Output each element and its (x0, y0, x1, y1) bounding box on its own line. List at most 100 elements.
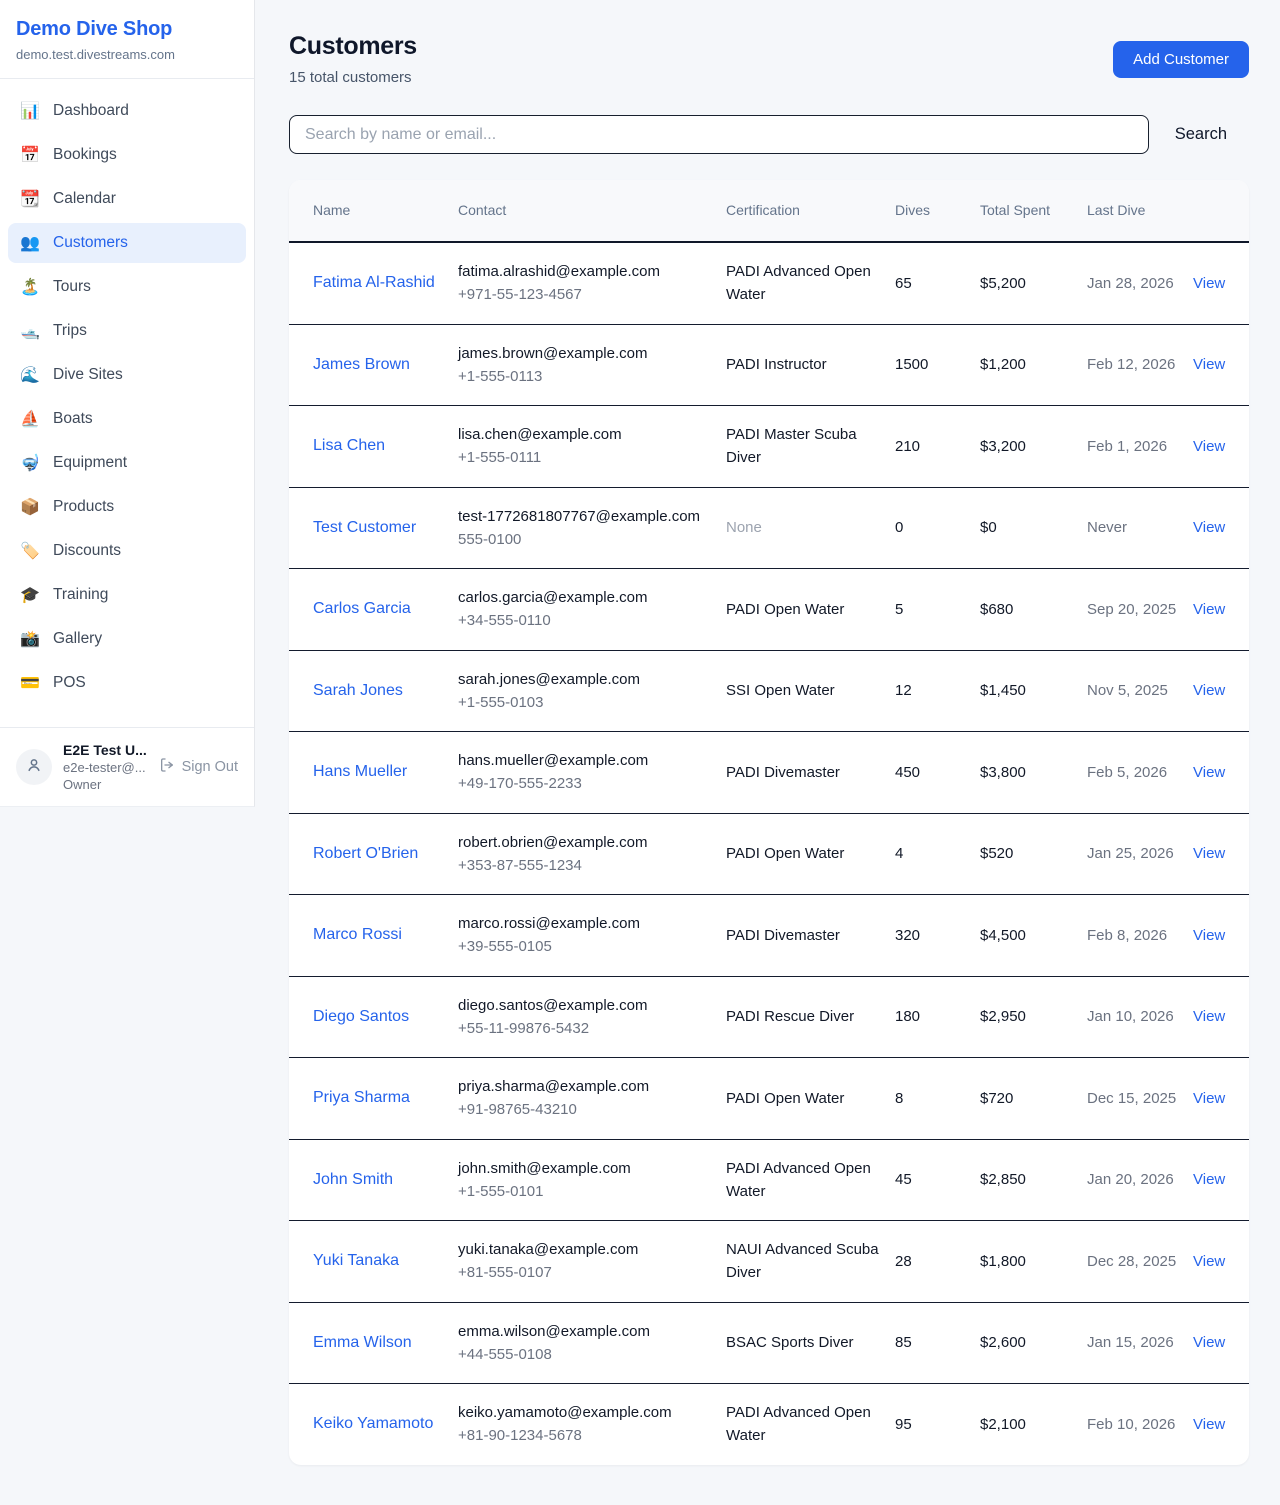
customer-email: james.brown@example.com (458, 342, 710, 365)
customer-name-link[interactable]: James Brown (313, 353, 410, 377)
customer-dives: 95 (895, 1416, 912, 1433)
customer-name-link[interactable]: Lisa Chen (313, 434, 385, 458)
sidebar-item-dashboard[interactable]: 📊 Dashboard (8, 91, 246, 131)
customer-total-spent-cell: $520 (980, 813, 1087, 895)
customer-phone: +91-98765-43210 (458, 1098, 710, 1121)
customer-total-spent-cell: $5,200 (980, 242, 1087, 324)
boats-icon: ⛵ (20, 409, 40, 429)
table-row: Sarah Jones sarah.jones@example.com +1-5… (289, 650, 1249, 732)
view-link[interactable]: View (1193, 764, 1225, 781)
sidebar-item-pos[interactable]: 💳 POS (8, 663, 246, 703)
customer-contact-cell: fatima.alrashid@example.com +971-55-123-… (458, 242, 726, 324)
sidebar-item-discounts[interactable]: 🏷️ Discounts (8, 531, 246, 571)
customer-name-link[interactable]: Hans Mueller (313, 760, 407, 784)
customer-name-link[interactable]: Emma Wilson (313, 1331, 412, 1355)
view-link[interactable]: View (1193, 519, 1225, 536)
customer-last-dive: Jan 28, 2026 (1087, 275, 1174, 292)
column-header-certification: Certification (726, 180, 895, 242)
view-link[interactable]: View (1193, 927, 1225, 944)
sidebar-item-training[interactable]: 🎓 Training (8, 575, 246, 615)
customer-email: yuki.tanaka@example.com (458, 1238, 710, 1261)
view-link[interactable]: View (1193, 682, 1225, 699)
customer-name-cell: Hans Mueller (289, 732, 458, 814)
sidebar-item-boats[interactable]: ⛵ Boats (8, 399, 246, 439)
column-header-action (1193, 180, 1249, 242)
view-link[interactable]: View (1193, 1253, 1225, 1270)
customer-total-spent: $680 (980, 601, 1013, 618)
sign-out-button[interactable]: Sign Out (159, 757, 238, 777)
customer-certification-cell: PADI Rescue Diver (726, 976, 895, 1058)
view-link[interactable]: View (1193, 1171, 1225, 1188)
view-link[interactable]: View (1193, 1090, 1225, 1107)
customer-total-spent: $5,200 (980, 275, 1026, 292)
customer-phone: +81-90-1234-5678 (458, 1424, 710, 1447)
view-link[interactable]: View (1193, 1334, 1225, 1351)
sidebar-item-tours[interactable]: 🏝️ Tours (8, 267, 246, 307)
customer-email: john.smith@example.com (458, 1157, 710, 1180)
view-link[interactable]: View (1193, 1008, 1225, 1025)
view-link[interactable]: View (1193, 275, 1225, 292)
customer-name-link[interactable]: Robert O'Brien (313, 842, 418, 866)
customer-name-link[interactable]: Priya Sharma (313, 1086, 410, 1110)
customer-last-dive: Feb 10, 2026 (1087, 1416, 1175, 1433)
search-input[interactable] (289, 115, 1149, 154)
sidebar-item-gallery[interactable]: 📸 Gallery (8, 619, 246, 659)
customer-name-link[interactable]: Test Customer (313, 516, 416, 540)
customer-last-dive-cell: Nov 5, 2025 (1087, 650, 1193, 732)
gallery-icon: 📸 (20, 629, 40, 649)
customer-dives: 450 (895, 764, 920, 781)
customer-certification-cell: PADI Open Water (726, 813, 895, 895)
sidebar-item-customers[interactable]: 👥 Customers (8, 223, 246, 263)
customer-certification: PADI Open Water (726, 601, 844, 618)
customer-contact-cell: diego.santos@example.com +55-11-99876-54… (458, 976, 726, 1058)
customer-name-link[interactable]: Carlos Garcia (313, 597, 411, 621)
customer-action-cell: View (1193, 976, 1249, 1058)
customer-name-link[interactable]: Keiko Yamamoto (313, 1412, 433, 1436)
customer-dives: 210 (895, 438, 920, 455)
table-row: Robert O'Brien robert.obrien@example.com… (289, 813, 1249, 895)
customer-name-cell: Carlos Garcia (289, 569, 458, 651)
customers-icon: 👥 (20, 233, 40, 253)
view-link[interactable]: View (1193, 438, 1225, 455)
customer-dives-cell: 320 (895, 895, 980, 977)
sidebar-item-bookings[interactable]: 📅 Bookings (8, 135, 246, 175)
sidebar-item-trips[interactable]: 🛥️ Trips (8, 311, 246, 351)
sidebar-item-dive-sites[interactable]: 🌊 Dive Sites (8, 355, 246, 395)
shop-name: Demo Dive Shop (16, 18, 238, 41)
customer-name-cell: John Smith (289, 1139, 458, 1221)
column-header-dives: Dives (895, 180, 980, 242)
customer-total-spent-cell: $2,600 (980, 1302, 1087, 1384)
add-customer-button[interactable]: Add Customer (1113, 41, 1249, 78)
table-row: Yuki Tanaka yuki.tanaka@example.com +81-… (289, 1221, 1249, 1303)
customer-name-link[interactable]: Diego Santos (313, 1005, 409, 1029)
customer-name-link[interactable]: Fatima Al-Rashid (313, 271, 435, 295)
view-link[interactable]: View (1193, 1416, 1225, 1433)
view-link[interactable]: View (1193, 356, 1225, 373)
customer-name-cell: Test Customer (289, 487, 458, 569)
customer-name-link[interactable]: Marco Rossi (313, 923, 402, 947)
customer-certification: None (726, 519, 762, 536)
customer-name-cell: Emma Wilson (289, 1302, 458, 1384)
table-row: Keiko Yamamoto keiko.yamamoto@example.co… (289, 1384, 1249, 1465)
sidebar-item-products[interactable]: 📦 Products (8, 487, 246, 527)
customer-total-spent: $1,450 (980, 682, 1026, 699)
view-link[interactable]: View (1193, 601, 1225, 618)
dive-sites-icon: 🌊 (20, 365, 40, 385)
sidebar-item-calendar[interactable]: 📆 Calendar (8, 179, 246, 219)
customer-dives: 0 (895, 519, 903, 536)
customer-name-link[interactable]: Sarah Jones (313, 679, 403, 703)
customer-total-spent: $3,800 (980, 764, 1026, 781)
customer-name-link[interactable]: John Smith (313, 1168, 393, 1192)
customer-certification-cell: NAUI Advanced Scuba Diver (726, 1221, 895, 1303)
customer-last-dive-cell: Jan 25, 2026 (1087, 813, 1193, 895)
table-row: Carlos Garcia carlos.garcia@example.com … (289, 569, 1249, 651)
customer-email: carlos.garcia@example.com (458, 586, 710, 609)
customer-name-link[interactable]: Yuki Tanaka (313, 1249, 399, 1273)
table-row: Marco Rossi marco.rossi@example.com +39-… (289, 895, 1249, 977)
search-button[interactable]: Search (1149, 125, 1249, 144)
customer-last-dive-cell: Feb 1, 2026 (1087, 406, 1193, 488)
customer-total-spent: $1,800 (980, 1253, 1026, 1270)
view-link[interactable]: View (1193, 845, 1225, 862)
customer-dives: 85 (895, 1334, 912, 1351)
sidebar-item-equipment[interactable]: 🤿 Equipment (8, 443, 246, 483)
